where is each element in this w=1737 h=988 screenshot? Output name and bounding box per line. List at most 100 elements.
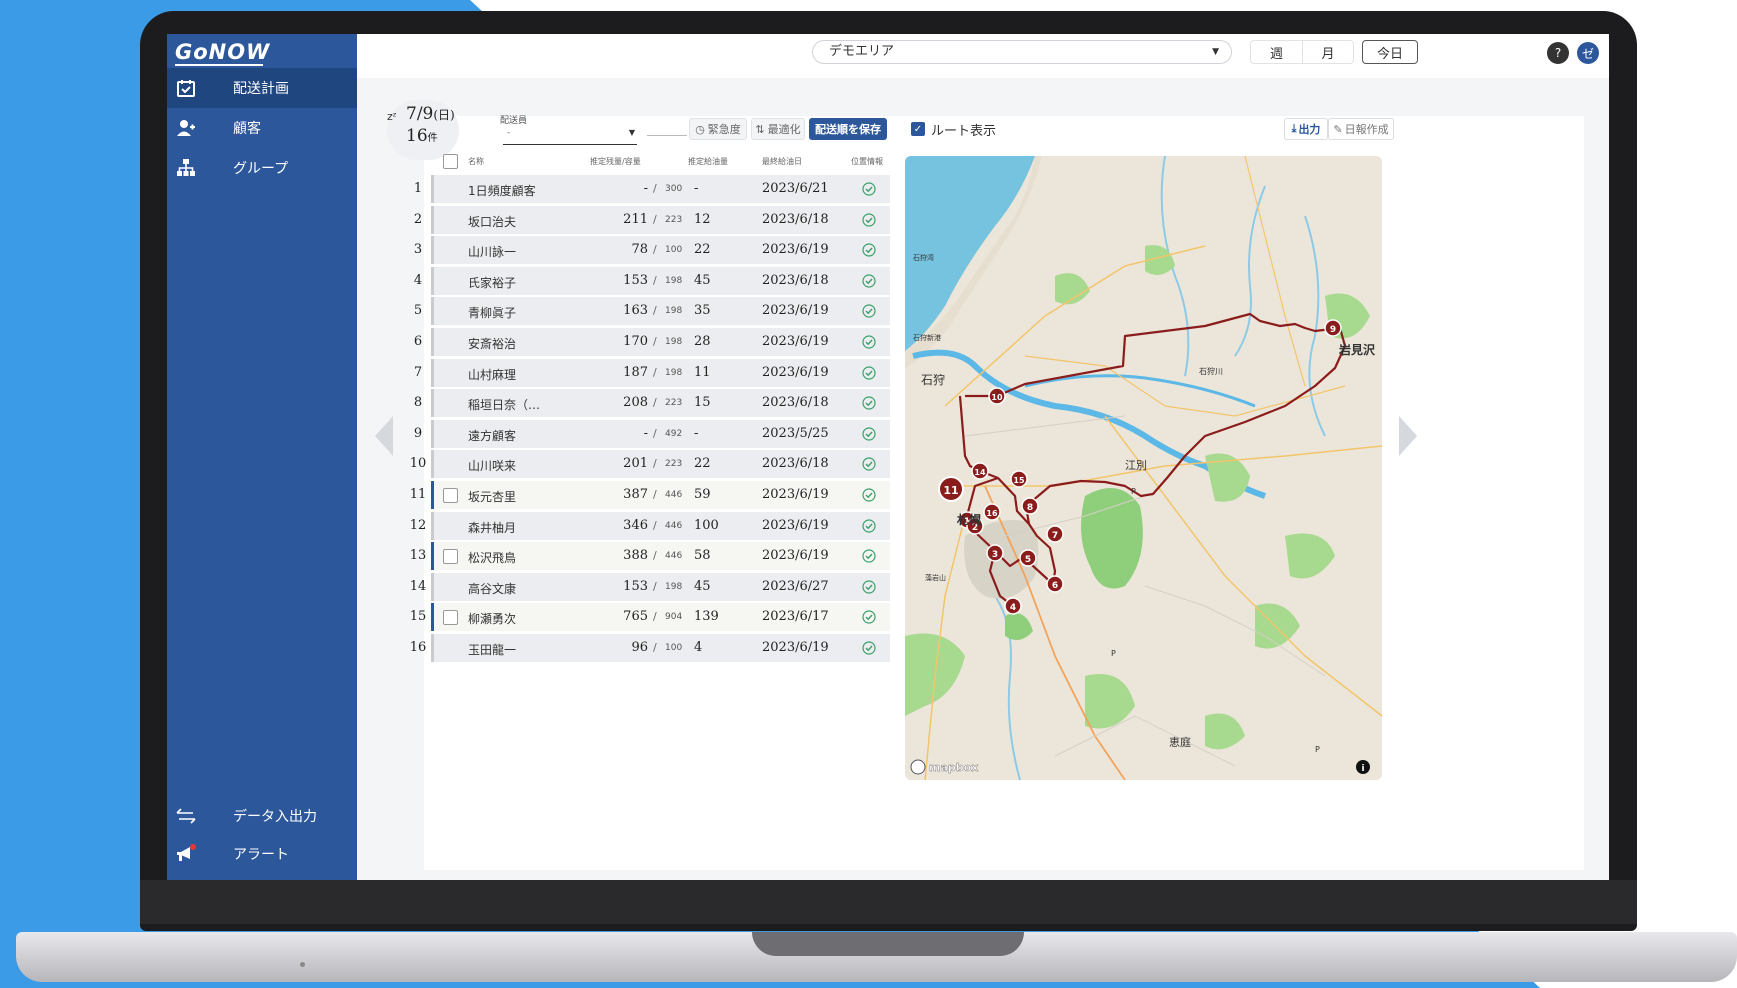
driver-select[interactable]: - ▼	[503, 128, 637, 145]
row-checkbox[interactable]	[443, 610, 458, 626]
table-row[interactable]: 4 氏家裕子 153 / 198 45 2023/6/18	[405, 266, 890, 295]
marker-11: 11	[943, 484, 958, 497]
table-header: 名称 推定残量/容量 推定給油量 最終給油日 位置情報	[405, 152, 890, 172]
sidebar-item-label: 顧客	[233, 121, 261, 137]
customer-name[interactable]: 稲垣日奈（…	[468, 396, 540, 413]
sidebar-item-groups[interactable]: グループ	[167, 148, 357, 188]
app-screen: GoNOW 配送計画 顧客 グループ データ入出力 アラート デモエリア ▼ 週…	[167, 34, 1609, 880]
table-row[interactable]: 11 坂元杏里 387 / 446 59 2023/6/19	[405, 481, 890, 509]
select-all-checkbox[interactable]	[443, 154, 458, 169]
last-supply-date: 2023/6/27	[762, 578, 829, 594]
map-label-eniwa: 恵庭	[1169, 735, 1191, 749]
customer-name[interactable]: 森井柚月	[468, 519, 516, 536]
table-row[interactable]: 12 森井柚月 346 / 446 100 2023/6/19	[405, 511, 890, 540]
customer-name[interactable]: 坂元杏里	[468, 488, 516, 505]
row-drag-handle[interactable]	[431, 266, 434, 295]
export-button[interactable]: ⤓ 出力	[1284, 118, 1328, 140]
customer-name[interactable]: 柳瀬勇次	[468, 610, 516, 627]
view-month-button[interactable]: 月	[1302, 40, 1354, 64]
row-checkbox[interactable]	[443, 549, 458, 565]
table-row[interactable]: 9 遠方顧客 -/492-2023/5/25	[405, 419, 890, 448]
map-canvas: 9 10 14 15 11 8 16 1 2 7 3 5 6 4 岩見沢 石狩 …	[905, 156, 1382, 780]
table-row[interactable]: 2 坂口治夫 211 / 223 12 2023/6/18	[405, 205, 890, 234]
row-drag-handle[interactable]	[431, 634, 434, 662]
view-week-button[interactable]: 週	[1250, 40, 1302, 64]
map-label-ishikari-bay: 石狩湾	[913, 253, 934, 262]
row-drag-handle[interactable]	[431, 358, 434, 387]
prev-day-arrow-icon[interactable]	[375, 416, 393, 456]
row-drag-handle[interactable]	[431, 175, 434, 203]
app-logo[interactable]: GoNOW	[175, 40, 270, 64]
sidebar-item-data-io[interactable]: データ入出力	[167, 796, 357, 836]
sidebar-item-customers[interactable]: 顧客	[167, 108, 357, 148]
customer-name[interactable]: 山村麻理	[468, 366, 516, 383]
table-row[interactable]: 8 稲垣日奈（… 208 / 223 15 2023/6/18	[405, 389, 890, 418]
table-row[interactable]: 7 山村麻理 187 / 198 11 2023/6/19	[405, 358, 890, 387]
sidebar-item-delivery-plan[interactable]: 配送計画	[167, 68, 357, 108]
row-checkbox[interactable]	[443, 488, 458, 503]
row-drag-handle[interactable]	[431, 389, 434, 418]
plan-count-unit: 件	[427, 133, 438, 144]
row-drag-handle[interactable]	[431, 481, 434, 509]
estimated-amount: 153	[623, 272, 648, 288]
table-row[interactable]: 13 松沢飛鳥 388 / 446 58 2023/6/19	[405, 542, 890, 571]
customer-name[interactable]: 高谷文康	[468, 580, 516, 597]
last-supply-date: 2023/6/18	[762, 211, 829, 227]
row-drag-handle[interactable]	[431, 236, 434, 265]
today-button[interactable]: 今日	[1362, 40, 1418, 64]
row-drag-handle[interactable]	[431, 511, 434, 540]
row-number: 15	[409, 609, 427, 625]
tank-capacity: 100	[665, 643, 683, 653]
route-map[interactable]: 9 10 14 15 11 8 16 1 2 7 3 5 6 4 岩見沢 石狩 …	[905, 156, 1382, 780]
row-drag-handle[interactable]	[431, 572, 434, 601]
area-select[interactable]: デモエリア ▼	[812, 40, 1232, 64]
last-supply-date: 2023/6/21	[762, 181, 829, 196]
customer-name[interactable]: 山川詠一	[468, 243, 516, 260]
customer-name[interactable]: 松沢飛鳥	[468, 549, 516, 566]
table-row[interactable]: 14 高谷文康 153 / 198 45 2023/6/27	[405, 572, 890, 601]
megaphone-alert-icon	[175, 843, 197, 865]
optimize-button[interactable]: ⇅ 最適化	[751, 118, 805, 140]
table-row[interactable]: 10 山川咲来 201 / 223 22 2023/6/18	[405, 450, 890, 479]
customer-name[interactable]: 氏家裕子	[468, 274, 516, 291]
table-row[interactable]: 6 安斎裕治 170 / 198 28 2023/6/19	[405, 328, 890, 356]
save-order-button[interactable]: 配送順を保存	[809, 118, 887, 140]
table-row[interactable]: 5 青柳眞子 163 / 198 35 2023/6/19	[405, 297, 890, 326]
customer-name[interactable]: 坂口治夫	[468, 213, 516, 230]
row-drag-handle[interactable]	[431, 603, 434, 632]
table-row[interactable]: 1 1日頻度顧客 -/300-2023/6/21	[405, 175, 890, 203]
estimated-supply: 59	[694, 487, 711, 502]
header-last-date: 最終給油日	[762, 157, 802, 166]
amount-separator: /	[653, 304, 657, 318]
header-location: 位置情報	[851, 157, 883, 166]
avatar[interactable]: ゼ	[1577, 42, 1599, 64]
table-row[interactable]: 16 玉田龍一 96 / 100 4 2023/6/19	[405, 634, 890, 662]
customer-name[interactable]: 青柳眞子	[468, 304, 516, 321]
customer-name[interactable]: 安斎裕治	[468, 335, 516, 352]
sidebar-item-alerts[interactable]: アラート	[167, 834, 357, 874]
amount-separator: /	[653, 610, 657, 624]
customer-name[interactable]: 玉田龍一	[468, 641, 516, 658]
marker-8: 8	[1027, 503, 1033, 513]
help-icon[interactable]: ?	[1547, 42, 1569, 64]
amount-separator: /	[653, 396, 657, 410]
table-row[interactable]: 3 山川詠一 78 / 100 22 2023/6/19	[405, 236, 890, 265]
table-row[interactable]: 15 柳瀬勇次 765 / 904 139 2023/6/17	[405, 603, 890, 632]
group-tree-icon	[175, 157, 197, 179]
urgency-button[interactable]: ◷ 緊急度	[689, 118, 747, 140]
last-supply-date: 2023/6/17	[762, 609, 829, 625]
customer-name[interactable]: 山川咲来	[468, 457, 516, 474]
route-display-checkbox[interactable]: ✓	[911, 122, 925, 136]
info-icon-glyph: i	[1361, 764, 1364, 774]
row-drag-handle[interactable]	[431, 542, 434, 571]
row-drag-handle[interactable]	[431, 205, 434, 234]
customer-name[interactable]: 遠方顧客	[468, 427, 516, 444]
daily-report-button[interactable]: ✎ 日報作成	[1328, 118, 1394, 140]
next-day-arrow-icon[interactable]	[1399, 416, 1417, 456]
row-drag-handle[interactable]	[431, 419, 434, 448]
customer-name[interactable]: 1日頻度顧客	[468, 182, 536, 199]
row-drag-handle[interactable]	[431, 297, 434, 326]
row-drag-handle[interactable]	[431, 450, 434, 479]
row-drag-handle[interactable]	[431, 328, 434, 356]
info-icon[interactable]: i	[1356, 760, 1370, 774]
